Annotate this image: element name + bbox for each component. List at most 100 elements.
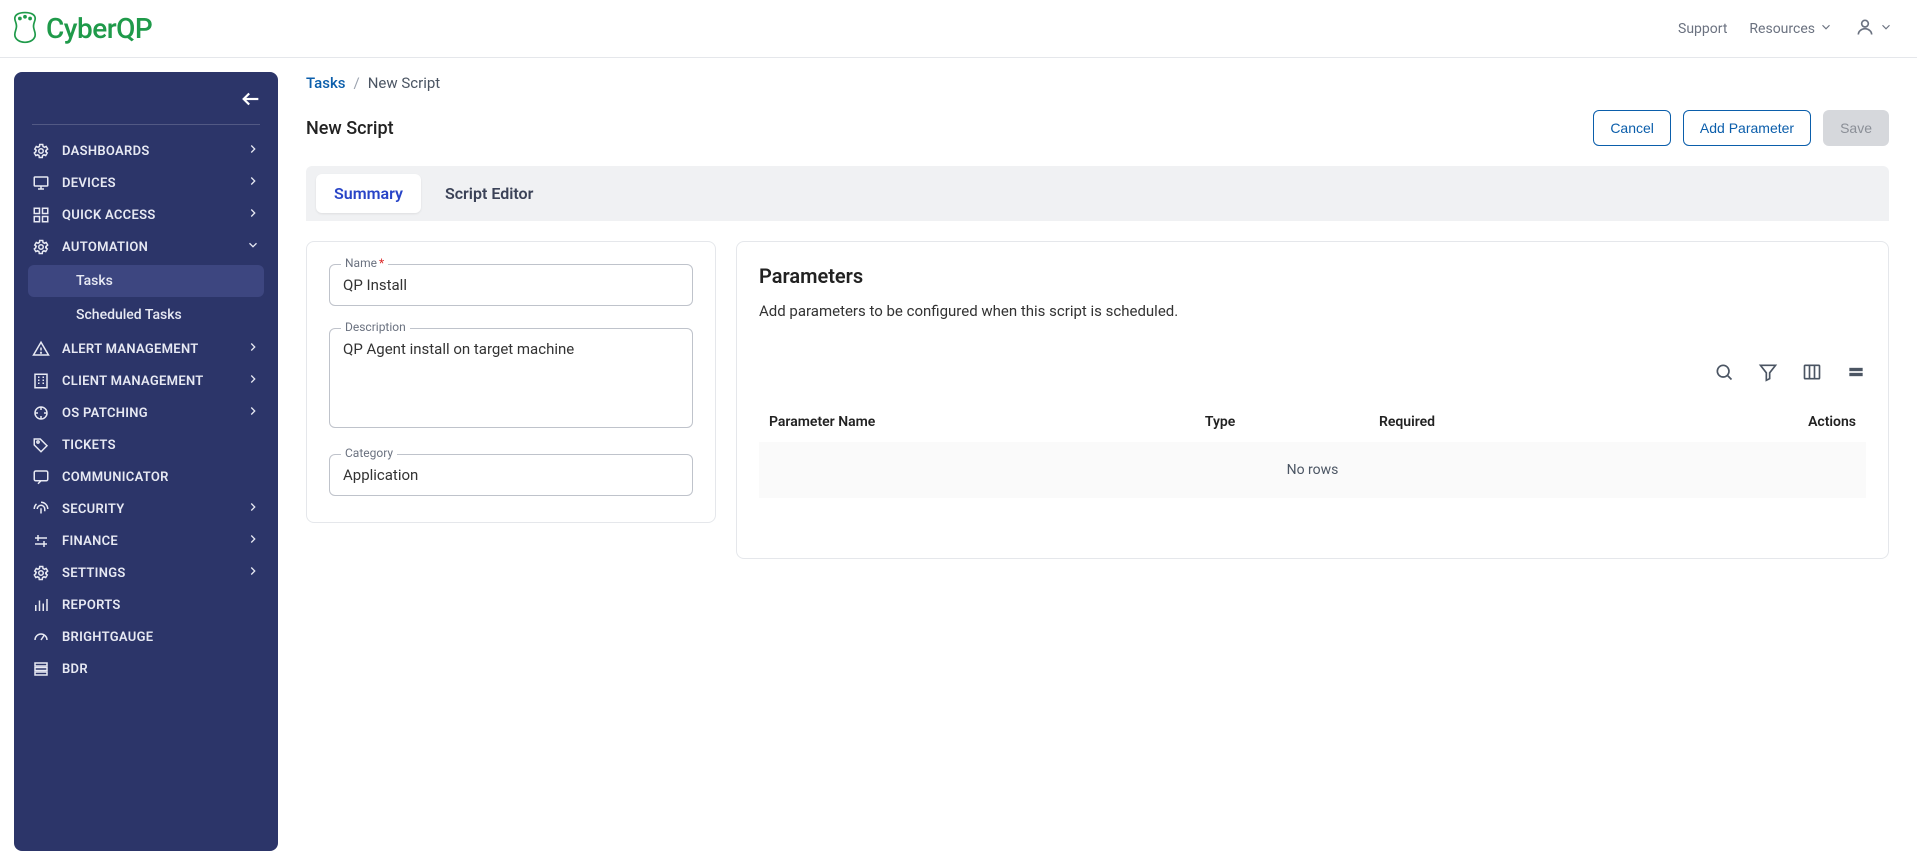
table-empty-text: No rows bbox=[759, 442, 1866, 498]
sidebar-item-quick-access[interactable]: QUICK ACCESS bbox=[20, 199, 272, 231]
breadcrumb-root[interactable]: Tasks bbox=[306, 74, 346, 92]
columns-icon[interactable] bbox=[1802, 362, 1822, 382]
brand[interactable]: CyberQP bbox=[8, 10, 152, 48]
chevron-right-icon bbox=[246, 142, 260, 160]
tab-script-editor[interactable]: Script Editor bbox=[427, 174, 551, 213]
category-input[interactable] bbox=[329, 454, 693, 496]
building-icon bbox=[32, 372, 50, 390]
page-header: New Script Cancel Add Parameter Save bbox=[306, 110, 1889, 146]
sidebar-subitem-tasks[interactable]: Tasks bbox=[28, 265, 264, 297]
monitor-icon bbox=[32, 174, 50, 192]
col-parameter-name[interactable]: Parameter Name bbox=[759, 402, 1195, 442]
sidebar-item-label: REPORTS bbox=[62, 598, 121, 613]
sidebar-item-communicator[interactable]: COMMUNICATOR bbox=[20, 461, 272, 493]
bars-icon bbox=[32, 596, 50, 614]
finance-icon bbox=[32, 532, 50, 550]
col-type[interactable]: Type bbox=[1195, 402, 1369, 442]
sidebar-collapse-button[interactable] bbox=[20, 84, 272, 124]
sidebar-item-label: BDR bbox=[62, 662, 88, 677]
sidebar-item-label: CLIENT MANAGEMENT bbox=[62, 374, 204, 389]
sidebar-item-reports[interactable]: REPORTS bbox=[20, 589, 272, 621]
chevron-right-icon bbox=[246, 532, 260, 550]
name-label: Name* bbox=[341, 256, 388, 270]
parameters-description: Add parameters to be configured when thi… bbox=[759, 302, 1866, 320]
chat-icon bbox=[32, 468, 50, 486]
name-label-text: Name bbox=[345, 256, 377, 270]
sidebar-item-label: OS PATCHING bbox=[62, 406, 148, 421]
user-menu[interactable] bbox=[1855, 17, 1893, 41]
sidebar-item-label: ALERT MANAGEMENT bbox=[62, 342, 199, 357]
sidebar-item-label: DEVICES bbox=[62, 176, 116, 191]
parameters-card: Parameters Add parameters to be configur… bbox=[736, 241, 1889, 559]
brand-logo-icon bbox=[8, 10, 42, 48]
support-link[interactable]: Support bbox=[1678, 21, 1727, 37]
sidebar-item-dashboards[interactable]: DASHBOARDS bbox=[20, 135, 272, 167]
sidebar-item-label: SECURITY bbox=[62, 502, 125, 517]
parameters-toolbar bbox=[759, 362, 1866, 382]
description-input[interactable] bbox=[329, 328, 693, 428]
sidebar: DASHBOARDS DEVICES QUICK ACCESS AUTOMATION T… bbox=[14, 72, 278, 851]
cancel-button[interactable]: Cancel bbox=[1593, 110, 1671, 146]
breadcrumb-current: New Script bbox=[368, 74, 440, 92]
category-field-wrapper: Category bbox=[329, 454, 693, 496]
sidebar-item-label: COMMUNICATOR bbox=[62, 470, 169, 485]
main-content: Tasks / New Script New Script Cancel Add… bbox=[278, 58, 1917, 865]
name-input[interactable] bbox=[329, 264, 693, 306]
topbar-right: Support Resources bbox=[1678, 17, 1893, 41]
sidebar-item-brightgauge[interactable]: BRIGHTGAUGE bbox=[20, 621, 272, 653]
tabbar: SummaryScript Editor bbox=[306, 166, 1889, 221]
parameters-table: Parameter Name Type Required Actions No … bbox=[759, 402, 1866, 498]
sidebar-item-bdr[interactable]: BDR bbox=[20, 653, 272, 685]
chevron-down-icon bbox=[246, 238, 260, 256]
sidebar-item-finance[interactable]: FINANCE bbox=[20, 525, 272, 557]
add-parameter-button[interactable]: Add Parameter bbox=[1683, 110, 1811, 146]
alert-icon bbox=[32, 340, 50, 358]
sidebar-item-label: FINANCE bbox=[62, 534, 118, 549]
description-label: Description bbox=[341, 320, 410, 334]
filter-icon[interactable] bbox=[1758, 362, 1778, 382]
breadcrumb: Tasks / New Script bbox=[306, 74, 1889, 92]
sidebar-item-label: AUTOMATION bbox=[62, 240, 148, 255]
person-icon bbox=[1855, 17, 1875, 41]
tag-icon bbox=[32, 436, 50, 454]
sidebar-item-label: DASHBOARDS bbox=[62, 144, 150, 159]
page-title: New Script bbox=[306, 118, 394, 139]
brand-name: CyberQP bbox=[46, 12, 152, 45]
parameters-title: Parameters bbox=[759, 264, 1866, 288]
chevron-right-icon bbox=[246, 564, 260, 582]
sidebar-item-devices[interactable]: DEVICES bbox=[20, 167, 272, 199]
chevron-down-icon bbox=[1879, 20, 1893, 38]
col-actions: Actions bbox=[1632, 402, 1866, 442]
resources-dropdown[interactable]: Resources bbox=[1749, 20, 1833, 38]
save-button: Save bbox=[1823, 110, 1889, 146]
chevron-right-icon bbox=[246, 206, 260, 224]
topbar: CyberQP Support Resources bbox=[0, 0, 1917, 58]
stack-icon bbox=[32, 660, 50, 678]
sidebar-item-client-management[interactable]: CLIENT MANAGEMENT bbox=[20, 365, 272, 397]
sidebar-item-os-patching[interactable]: OS PATCHING bbox=[20, 397, 272, 429]
sidebar-item-tickets[interactable]: TICKETS bbox=[20, 429, 272, 461]
sidebar-subitem-scheduled-tasks[interactable]: Scheduled Tasks bbox=[28, 299, 264, 331]
chevron-down-icon bbox=[1819, 20, 1833, 38]
grid-icon bbox=[32, 206, 50, 224]
summary-form-card: Name* Description Category bbox=[306, 241, 716, 523]
gear-icon bbox=[32, 238, 50, 256]
resources-label: Resources bbox=[1749, 21, 1815, 37]
sidebar-item-label: TICKETS bbox=[62, 438, 116, 453]
patch-icon bbox=[32, 404, 50, 422]
tab-summary[interactable]: Summary bbox=[316, 174, 421, 213]
sidebar-item-label: BRIGHTGAUGE bbox=[62, 630, 153, 645]
sidebar-item-automation[interactable]: AUTOMATION bbox=[20, 231, 272, 263]
density-icon[interactable] bbox=[1846, 362, 1866, 382]
category-label: Category bbox=[341, 446, 397, 460]
search-icon[interactable] bbox=[1714, 362, 1734, 382]
sidebar-item-security[interactable]: SECURITY bbox=[20, 493, 272, 525]
col-required[interactable]: Required bbox=[1369, 402, 1632, 442]
sidebar-item-settings[interactable]: SETTINGS bbox=[20, 557, 272, 589]
page-actions: Cancel Add Parameter Save bbox=[1593, 110, 1889, 146]
sidebar-item-alert-management[interactable]: ALERT MANAGEMENT bbox=[20, 333, 272, 365]
chevron-right-icon bbox=[246, 372, 260, 390]
name-field-wrapper: Name* bbox=[329, 264, 693, 306]
support-label: Support bbox=[1678, 21, 1727, 37]
table-empty-row: No rows bbox=[759, 442, 1866, 498]
